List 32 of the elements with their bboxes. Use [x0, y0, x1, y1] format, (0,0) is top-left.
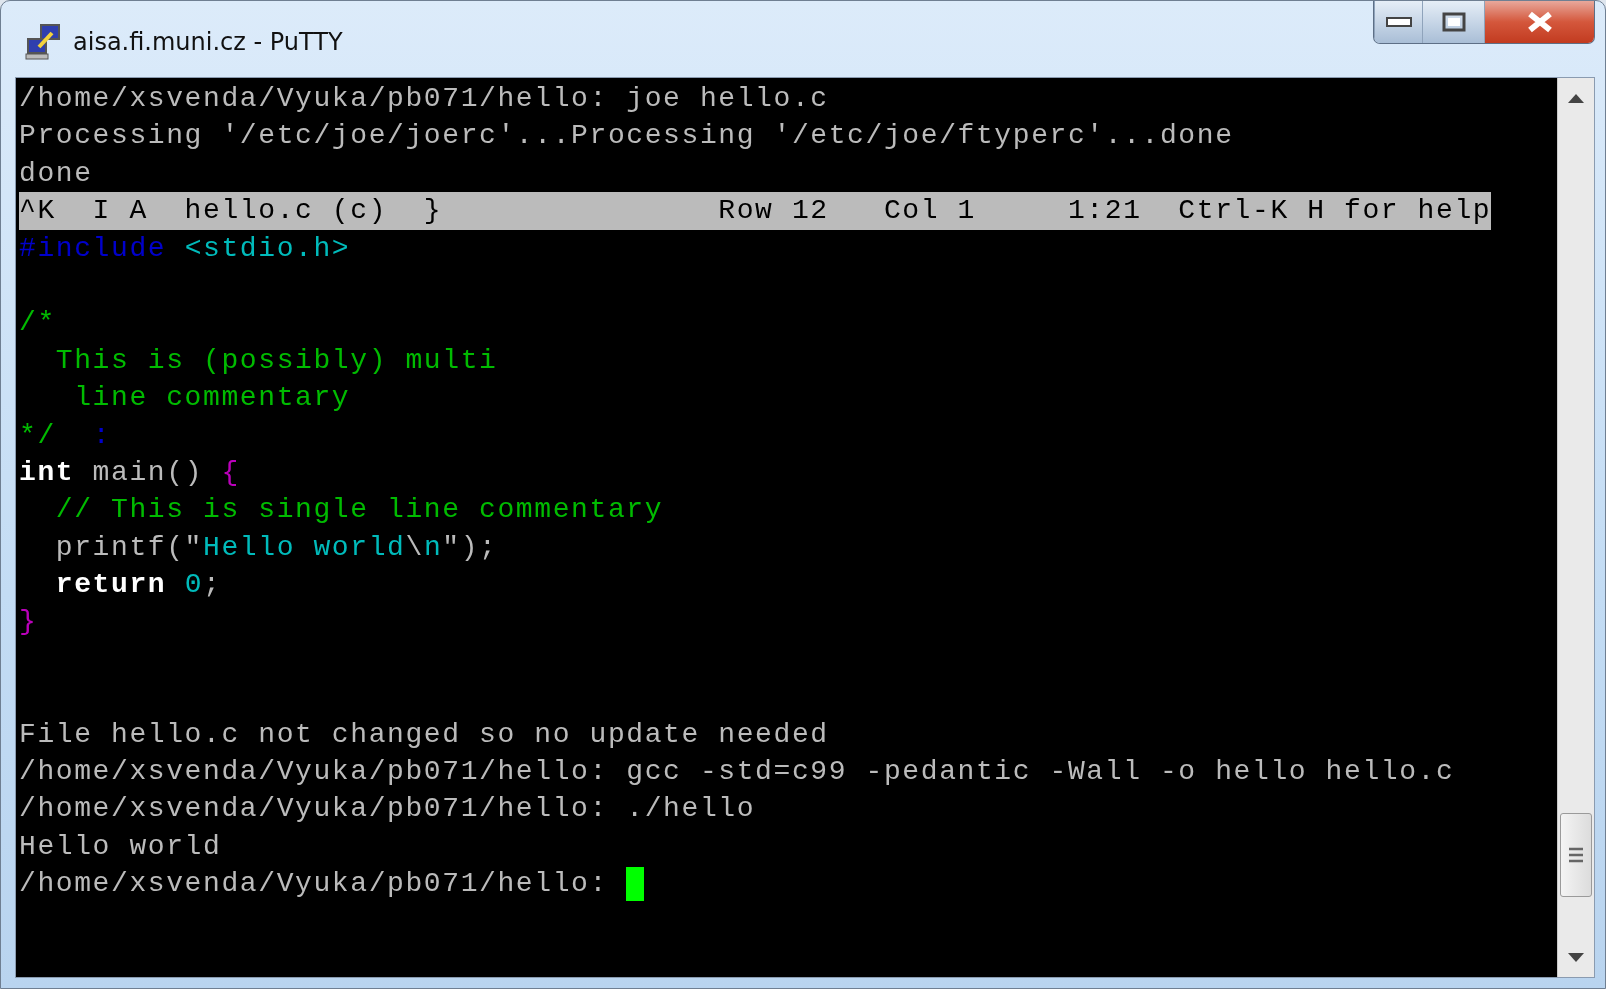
terminal-line: // This is single line commentary	[54, 493, 665, 528]
minimize-button[interactable]	[1374, 1, 1422, 43]
terminal-line: int main() {	[19, 455, 241, 490]
maximize-button[interactable]	[1422, 1, 1484, 43]
terminal-line: This is (possibly) multi	[54, 343, 499, 378]
close-button[interactable]	[1484, 1, 1594, 43]
terminal-line: /home/xsvenda/Vyuka/pb071/hello: ./hello	[19, 792, 757, 827]
vertical-scrollbar[interactable]	[1557, 78, 1594, 977]
terminal-line: Hello world	[19, 829, 223, 864]
terminal-line: /home/xsvenda/Vyuka/pb071/hello:	[19, 867, 609, 902]
maximize-icon	[1441, 12, 1466, 32]
minimize-icon	[1385, 17, 1412, 27]
close-icon	[1526, 11, 1553, 33]
terminal-line: #include <stdio.h>	[19, 231, 352, 266]
terminal-line: /*	[19, 306, 57, 341]
terminal-line: printf("Hello world\n");	[54, 530, 499, 565]
terminal-line: return 0;	[54, 568, 223, 603]
terminal-line: Processing '/etc/joe/joerc'...Processing '/etc/joe/ftyperc'...done	[19, 119, 1235, 154]
terminal-line: }	[19, 605, 39, 640]
terminal-line: done	[19, 156, 94, 191]
grip-icon	[1569, 847, 1583, 863]
window-title: aisa.fi.muni.cz - PuTTY	[73, 27, 343, 56]
up-arrow-icon	[1568, 93, 1584, 103]
scrollbar-thumb[interactable]	[1560, 813, 1592, 897]
terminal-line: */ :	[19, 418, 113, 453]
terminal-line: /home/xsvenda/Vyuka/pb071/hello: joe hello.c	[19, 82, 830, 116]
editor-status-bar: ^K I A hello.c (c) } Row 12 Col 1 1:21 Ctrl-K H for help	[19, 192, 1491, 230]
down-arrow-icon	[1568, 952, 1584, 962]
terminal-line: File hello.c not changed so no update needed	[19, 717, 830, 752]
terminal-line: line commentary	[73, 381, 352, 416]
terminal-line: /home/xsvenda/Vyuka/pb071/hello: gcc -std=c99 -pedantic -Wall -o hello hello.c	[19, 755, 1456, 790]
computers-icon	[25, 23, 63, 61]
